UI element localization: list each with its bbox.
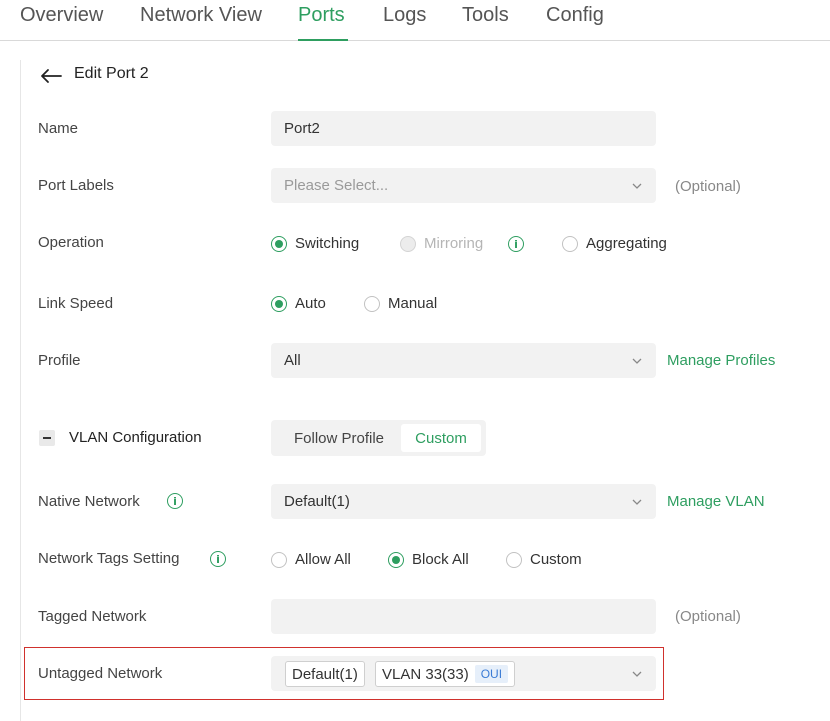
vlan-configuration-title: VLAN Configuration bbox=[69, 429, 202, 446]
radio-label: Mirroring bbox=[424, 235, 484, 252]
radio-unchecked-icon bbox=[562, 235, 578, 252]
active-tab-indicator bbox=[298, 39, 348, 41]
radio-label: Block All bbox=[412, 551, 469, 568]
link-speed-manual-radio[interactable]: Manual bbox=[364, 295, 437, 312]
native-network-label: Native Network bbox=[38, 493, 140, 510]
arrow-left-icon bbox=[41, 69, 62, 83]
tags-custom-radio[interactable]: Custom bbox=[506, 551, 582, 568]
port-labels-optional-hint: (Optional) bbox=[675, 178, 741, 195]
native-network-value: Default(1) bbox=[284, 493, 350, 510]
profile-select[interactable]: All bbox=[271, 343, 656, 378]
vlan-mode-segmented-control: Follow Profile Custom bbox=[271, 420, 486, 456]
profile-select-value: All bbox=[284, 352, 301, 369]
radio-checked-icon bbox=[271, 235, 287, 252]
tab-network-view[interactable]: Network View bbox=[140, 4, 262, 27]
chip-label: VLAN 33(33) bbox=[382, 665, 469, 683]
chevron-down-icon bbox=[632, 671, 642, 677]
tagged-network-select[interactable] bbox=[271, 599, 656, 634]
radio-checked-icon bbox=[388, 551, 404, 568]
radio-label: Switching bbox=[295, 235, 360, 252]
link-speed-label: Link Speed bbox=[38, 295, 114, 312]
port-labels-placeholder: Please Select... bbox=[284, 177, 389, 194]
radio-label: Custom bbox=[530, 551, 582, 568]
radio-label: Allow All bbox=[295, 551, 351, 568]
tab-config[interactable]: Config bbox=[546, 4, 604, 27]
chevron-down-icon bbox=[632, 183, 642, 189]
operation-switching-radio[interactable]: Switching bbox=[271, 235, 359, 252]
radio-label: Auto bbox=[295, 295, 326, 312]
untagged-network-label: Untagged Network bbox=[38, 665, 163, 682]
tab-logs[interactable]: Logs bbox=[383, 4, 426, 27]
port-labels-label: Port Labels bbox=[38, 177, 114, 194]
name-input-value: Port2 bbox=[284, 120, 320, 137]
info-icon[interactable]: i bbox=[210, 551, 226, 567]
radio-label: Manual bbox=[388, 295, 438, 312]
back-button[interactable] bbox=[40, 65, 62, 87]
page-title: Edit Port 2 bbox=[74, 65, 149, 82]
info-icon[interactable]: i bbox=[167, 493, 183, 509]
tab-ports[interactable]: Ports bbox=[298, 4, 345, 27]
top-tab-bar: Overview Network View Ports Logs Tools C… bbox=[0, 0, 830, 41]
tags-block-all-radio[interactable]: Block All bbox=[388, 551, 469, 568]
oui-badge: OUI bbox=[474, 665, 509, 683]
chip-label: Default(1) bbox=[292, 665, 358, 683]
manage-profiles-link[interactable]: Manage Profiles bbox=[667, 352, 775, 369]
network-tags-setting-label: Network Tags Setting bbox=[38, 550, 180, 567]
info-icon[interactable]: i bbox=[508, 236, 524, 252]
tab-overview[interactable]: Overview bbox=[20, 4, 103, 27]
tab-tools[interactable]: Tools bbox=[462, 4, 509, 27]
profile-label: Profile bbox=[38, 352, 81, 369]
radio-disabled-icon bbox=[400, 235, 416, 252]
radio-checked-icon bbox=[271, 295, 287, 312]
radio-label: Aggregating bbox=[586, 235, 667, 252]
tagged-network-optional-hint: (Optional) bbox=[675, 608, 741, 625]
tags-allow-all-radio[interactable]: Allow All bbox=[271, 551, 351, 568]
radio-unchecked-icon bbox=[271, 551, 287, 568]
chevron-down-icon bbox=[632, 358, 642, 364]
operation-label: Operation bbox=[38, 234, 104, 251]
operation-mirroring-radio: Mirroring bbox=[400, 235, 483, 252]
follow-profile-segment[interactable]: Follow Profile bbox=[277, 424, 401, 452]
name-input[interactable]: Port2 bbox=[271, 111, 656, 146]
collapse-minus-icon[interactable] bbox=[39, 430, 55, 446]
untagged-chip-default[interactable]: Default(1) bbox=[285, 661, 365, 687]
link-speed-auto-radio[interactable]: Auto bbox=[271, 295, 326, 312]
chevron-down-icon bbox=[632, 499, 642, 505]
port-labels-select[interactable]: Please Select... bbox=[271, 168, 656, 203]
manage-vlan-link[interactable]: Manage VLAN bbox=[667, 493, 765, 510]
native-network-select[interactable]: Default(1) bbox=[271, 484, 656, 519]
name-label: Name bbox=[38, 120, 79, 137]
custom-segment[interactable]: Custom bbox=[401, 424, 481, 452]
operation-aggregating-radio[interactable]: Aggregating bbox=[562, 235, 667, 252]
untagged-chip-vlan33[interactable]: VLAN 33(33) OUI bbox=[375, 661, 516, 687]
tagged-network-label: Tagged Network bbox=[38, 608, 147, 625]
panel-border bbox=[20, 60, 21, 721]
radio-unchecked-icon bbox=[506, 551, 522, 568]
radio-unchecked-icon bbox=[364, 295, 380, 312]
